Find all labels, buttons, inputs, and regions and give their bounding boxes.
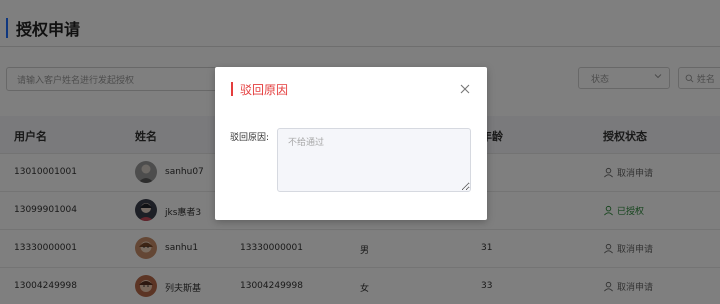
reject-reason-label: 驳回原因: (230, 133, 270, 143)
dialog-title-accent (231, 82, 233, 96)
dialog-title: 驳回原因 (240, 83, 289, 97)
reject-reason-dialog: 驳回原因 驳回原因: (215, 67, 487, 220)
close-icon[interactable] (459, 83, 471, 95)
reject-reason-textarea[interactable] (277, 128, 471, 192)
